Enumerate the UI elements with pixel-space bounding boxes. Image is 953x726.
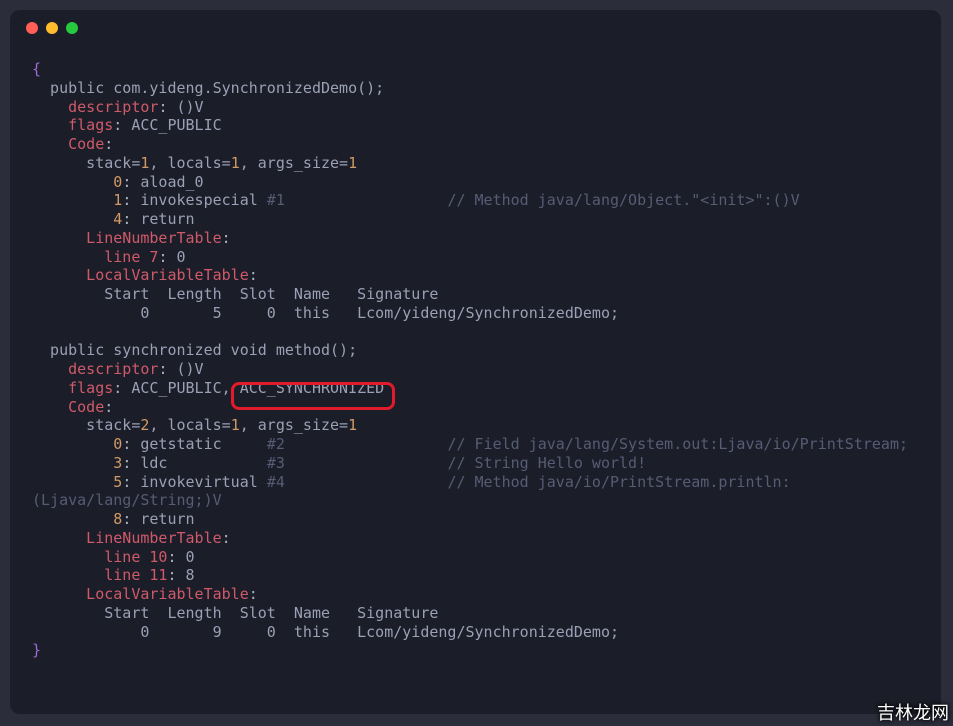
colon: : <box>122 510 131 528</box>
colon: : <box>249 266 258 284</box>
descriptor-val-2: ()V <box>167 360 203 378</box>
colon: : <box>122 473 131 491</box>
descriptor-key-2: descriptor <box>32 360 158 378</box>
localvariabletable-key-2: LocalVariableTable <box>32 585 249 603</box>
num: 1 <box>231 154 240 172</box>
method-sig-1: public com.yideng.SynchronizedDemo(); <box>32 79 384 97</box>
text: , args_size= <box>240 154 348 172</box>
colon: : <box>122 210 131 228</box>
colon: : <box>167 548 176 566</box>
colon: : <box>104 135 113 153</box>
flags-key-2: flags <box>32 379 113 397</box>
sp <box>285 473 448 491</box>
offset: 3 <box>113 454 122 472</box>
lvt-row-1: 0 5 0 this Lcom/yideng/SynchronizedDemo; <box>32 304 619 322</box>
method-sig-2: public synchronized void method(); <box>32 341 357 359</box>
colon: : <box>122 173 131 191</box>
colon: : <box>122 191 131 209</box>
comment: // Method java/lang/Object."<init>":()V <box>447 191 799 209</box>
colon: : <box>122 454 131 472</box>
line-entry: line 10 <box>32 548 167 566</box>
colon: : <box>122 435 131 453</box>
descriptor-val-1: ()V <box>167 98 203 116</box>
pad <box>32 435 113 453</box>
ref: #3 <box>267 454 285 472</box>
lvt-row-2: 0 9 0 this Lcom/yideng/SynchronizedDemo; <box>32 623 619 641</box>
colon: : <box>222 529 231 547</box>
num: 1 <box>231 416 240 434</box>
colon: : <box>113 379 122 397</box>
instr: return <box>131 210 194 228</box>
offset: 1 <box>113 191 122 209</box>
comment: // String Hello world! <box>447 454 646 472</box>
minimize-icon[interactable] <box>46 22 58 34</box>
sp <box>285 435 448 453</box>
lvt-header-1: Start Length Slot Name Signature <box>32 285 438 303</box>
instr: invokevirtual <box>131 473 266 491</box>
colon: : <box>167 566 176 584</box>
sp <box>285 454 448 472</box>
ref: #2 <box>267 435 285 453</box>
code-area: { public com.yideng.SynchronizedDemo(); … <box>10 46 941 712</box>
flags-key-1: flags <box>32 116 113 134</box>
pad <box>32 510 113 528</box>
localvariabletable-key-1: LocalVariableTable <box>32 266 249 284</box>
pad <box>32 473 113 491</box>
sp <box>285 191 448 209</box>
linenumbertable-key-2: LineNumberTable <box>32 529 222 547</box>
lvt-header-2: Start Length Slot Name Signature <box>32 604 438 622</box>
code-key-2: Code <box>32 398 104 416</box>
instr: getstatic <box>131 435 266 453</box>
terminal-window: { public com.yideng.SynchronizedDemo(); … <box>10 10 941 714</box>
pad <box>32 191 113 209</box>
maximize-icon[interactable] <box>66 22 78 34</box>
descriptor-key-1: descriptor <box>32 98 158 116</box>
text: , locals= <box>149 154 230 172</box>
comment-cont: (Ljava/lang/String;)V <box>32 491 222 509</box>
pad <box>32 454 113 472</box>
instr: invokespecial <box>131 191 266 209</box>
text: , locals= <box>149 416 230 434</box>
comment: // Field java/lang/System.out:Ljava/io/P… <box>447 435 908 453</box>
line-val: 0 <box>177 548 195 566</box>
colon: : <box>222 229 231 247</box>
comment: // Method java/io/PrintStream.println: <box>447 473 790 491</box>
code-key-1: Code <box>32 135 104 153</box>
num: 1 <box>348 416 357 434</box>
instr: aload_0 <box>131 173 203 191</box>
colon: : <box>249 585 258 603</box>
offset: 4 <box>113 210 122 228</box>
line-entry: line 11 <box>32 566 167 584</box>
flags-val-2: ACC_PUBLIC, ACC_SYNCHRONIZED <box>122 379 384 397</box>
flags-val-1: ACC_PUBLIC <box>122 116 221 134</box>
brace-open: { <box>32 60 41 78</box>
ref: #4 <box>267 473 285 491</box>
titlebar <box>10 10 941 46</box>
stack-line-2: stack= <box>32 416 140 434</box>
colon: : <box>113 116 122 134</box>
pad <box>32 173 113 191</box>
brace-close: } <box>32 641 41 659</box>
offset: 0 <box>113 173 122 191</box>
instr: return <box>131 510 194 528</box>
instr: ldc <box>131 454 266 472</box>
linenumbertable-key-1: LineNumberTable <box>32 229 222 247</box>
offset: 0 <box>113 435 122 453</box>
line-val: 8 <box>177 566 195 584</box>
close-icon[interactable] <box>26 22 38 34</box>
ref: #1 <box>267 191 285 209</box>
text: , args_size= <box>240 416 348 434</box>
line-val: 0 <box>167 248 185 266</box>
stack-line-1: stack= <box>32 154 140 172</box>
pad <box>32 210 113 228</box>
offset: 5 <box>113 473 122 491</box>
offset: 8 <box>113 510 122 528</box>
line-entry: line 7 <box>32 248 158 266</box>
num: 1 <box>348 154 357 172</box>
colon: : <box>104 398 113 416</box>
